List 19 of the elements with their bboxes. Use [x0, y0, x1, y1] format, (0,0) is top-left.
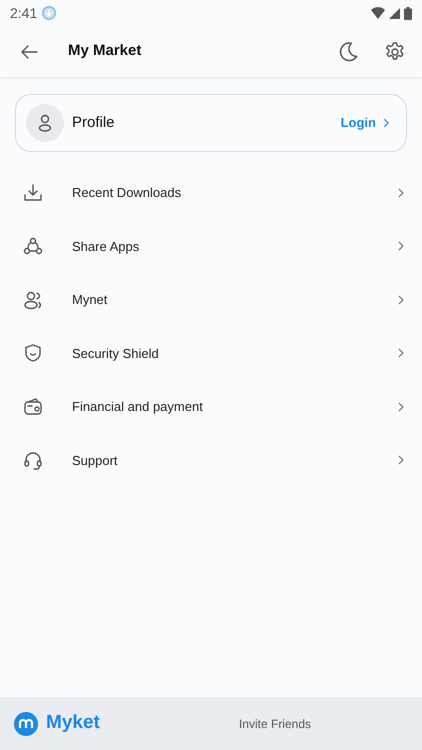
menu-item[interactable]: Financial and payment [0, 380, 422, 434]
login-link[interactable]: Login [340, 113, 392, 133]
download-notification-icon [41, 5, 58, 21]
page-title: My Market [68, 41, 142, 62]
logo-icon [14, 712, 38, 736]
wifi-icon [371, 7, 385, 19]
menu-item[interactable]: Share Apps [0, 220, 422, 273]
invite-friends-link[interactable]: Invite Friends [238, 714, 312, 734]
profile-label: Profile [72, 112, 115, 133]
menu-item[interactable]: Support [0, 434, 422, 487]
menu-item[interactable]: Recent Downloads [0, 166, 422, 220]
menu-item[interactable]: Mynet [0, 273, 422, 326]
signal-icon [389, 8, 400, 18]
settings-icon [384, 40, 406, 62]
profile-card[interactable]: Profile Login [15, 94, 407, 152]
battery-icon [404, 6, 412, 20]
menu-item[interactable]: Security Shield [0, 326, 422, 380]
brand-name: Myket [46, 711, 100, 736]
status-time: 2:41 [10, 4, 38, 22]
